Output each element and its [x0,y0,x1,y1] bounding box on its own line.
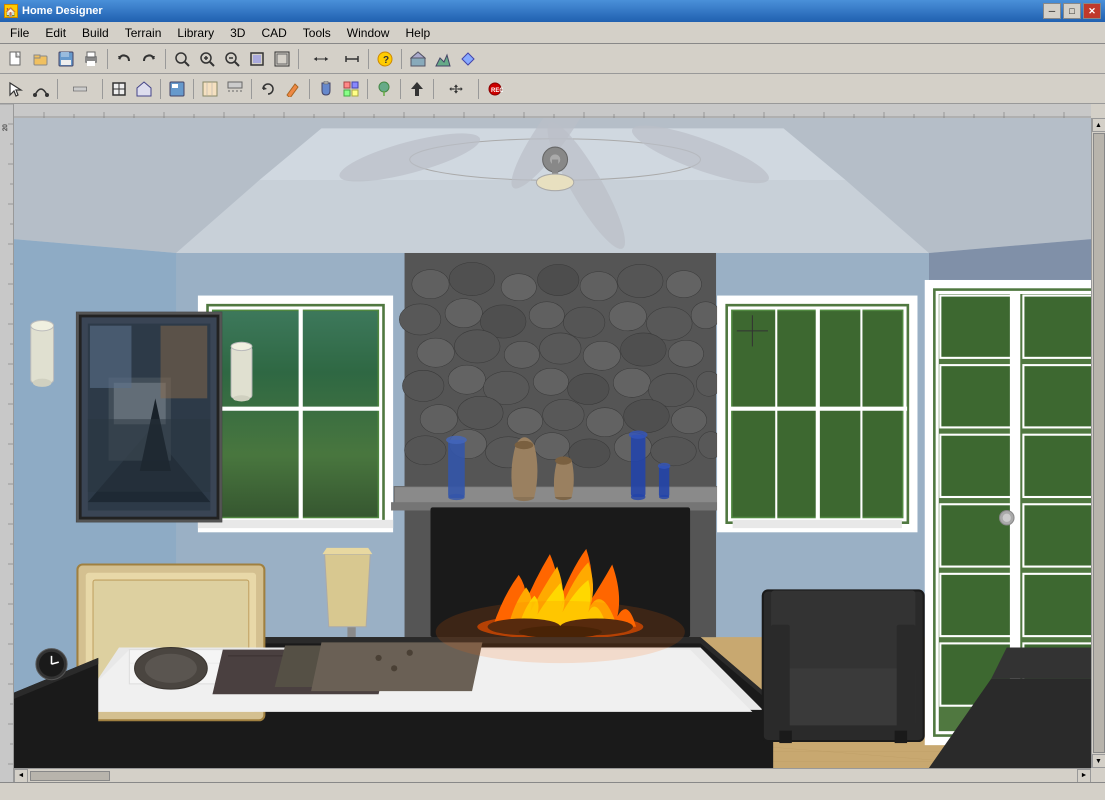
save-view-tool[interactable] [165,77,189,101]
open-button[interactable] [29,47,53,71]
minimize-button[interactable]: ─ [1043,3,1061,19]
house-exterior-button[interactable] [406,47,430,71]
scroll-thumb-h[interactable] [30,771,110,781]
scrollbar-vertical[interactable]: ▲ ▼ [1091,118,1105,768]
arc-tool[interactable] [29,77,53,101]
help-context-button[interactable]: ? [373,47,397,71]
zoom-out-button[interactable] [220,47,244,71]
pane-arrows-button[interactable] [303,47,339,71]
scroll-thumb-v[interactable] [1093,133,1105,753]
room-tool[interactable] [107,77,131,101]
scroll-down-button[interactable]: ▼ [1092,754,1105,768]
rotate-tool[interactable] [256,77,280,101]
app-icon: 🏠 [4,4,18,18]
scroll-up-button[interactable]: ▲ [1092,118,1105,132]
close-button[interactable]: ✕ [1083,3,1101,19]
record-button[interactable]: REC [483,77,507,101]
undo-button[interactable] [112,47,136,71]
menu-build[interactable]: Build [74,24,117,42]
scene-svg [14,118,1091,768]
ruler-left: 20 [0,104,14,782]
toolbar-2: REC [0,74,1105,104]
zoom-in-button[interactable] [195,47,219,71]
floor-tool[interactable] [198,77,222,101]
menu-help[interactable]: Help [397,24,438,42]
svg-text:20: 20 [3,124,9,131]
floor-plan-button[interactable] [456,47,480,71]
menu-tools[interactable]: Tools [295,24,339,42]
scroll-right-button[interactable]: ► [1077,769,1091,783]
viewport-3d[interactable] [14,118,1091,768]
svg-text:?: ? [383,55,389,66]
menu-3d[interactable]: 3D [222,24,253,42]
menu-cad[interactable]: CAD [253,24,294,42]
terrain-button[interactable] [431,47,455,71]
save-button[interactable] [54,47,78,71]
wall-tool[interactable] [62,77,98,101]
measure-button[interactable] [340,47,364,71]
scroll-left-button[interactable]: ◄ [14,769,28,783]
paint-tool[interactable] [314,77,338,101]
plant-tool[interactable] [372,77,396,101]
move-tool[interactable] [438,77,474,101]
menu-library[interactable]: Library [169,24,222,42]
menu-bar: File Edit Build Terrain Library 3D CAD T… [0,22,1105,44]
title-bar: 🏠 Home Designer ─ □ ✕ [0,0,1105,22]
zoom-real-button[interactable] [170,47,194,71]
ruler-top [14,104,1091,118]
scrollbar-horizontal[interactable]: ◄ ► [14,768,1091,782]
app-title: Home Designer [22,5,103,17]
edit-material-tool[interactable] [281,77,305,101]
toolbar-1: ? [0,44,1105,74]
print-button[interactable] [79,47,103,71]
menu-window[interactable]: Window [339,24,398,42]
svg-text:REC: REC [491,88,503,94]
redo-button[interactable] [137,47,161,71]
maximize-button[interactable]: □ [1063,3,1081,19]
select-tool[interactable] [4,77,28,101]
menu-file[interactable]: File [2,24,37,42]
menu-terrain[interactable]: Terrain [117,24,170,42]
new-button[interactable] [4,47,28,71]
status-bar [0,782,1105,800]
arrow-up-tool[interactable] [405,77,429,101]
main-area: 20 [0,104,1105,782]
menu-edit[interactable]: Edit [37,24,74,42]
fit-all-button[interactable] [270,47,294,71]
house-tool[interactable] [132,77,156,101]
ceiling-tool[interactable] [223,77,247,101]
fit-button[interactable] [245,47,269,71]
material-tool[interactable] [339,77,363,101]
